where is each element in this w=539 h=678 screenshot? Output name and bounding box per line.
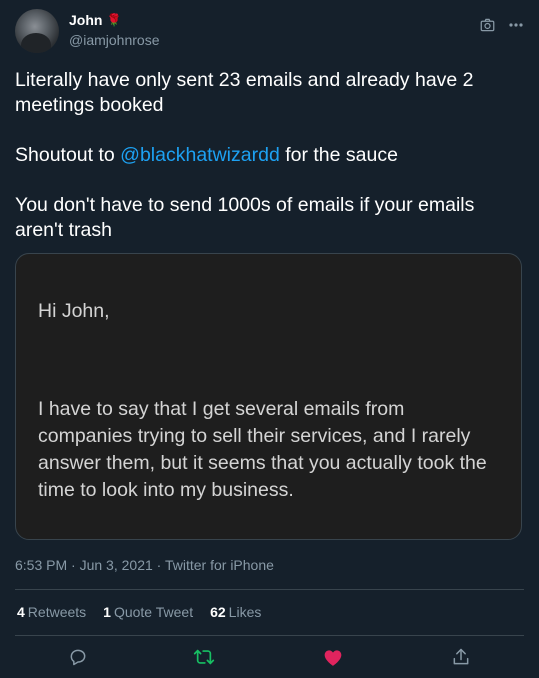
tweet-text: Literally have only sent 23 emails and a… — [15, 68, 520, 268]
mention-link[interactable]: @blackhatwizardd — [120, 144, 280, 166]
camera-icon[interactable] — [480, 18, 495, 32]
like-icon[interactable] — [321, 645, 345, 669]
tweet-meta: 6:53 PM · Jun 3, 2021 · Twitter for iPho… — [15, 557, 274, 573]
more-icon[interactable] — [509, 23, 523, 27]
likes-count: 62 — [210, 604, 226, 620]
tweet-image[interactable]: Hi John, I have to say that I get severa… — [15, 253, 522, 540]
tweet-line-2-suffix: for the sauce — [279, 144, 398, 166]
tweet-top-actions — [480, 18, 523, 32]
quotes-stat[interactable]: 1 Quote Tweet — [103, 604, 193, 620]
likes-stat[interactable]: 62 Likes — [210, 604, 261, 620]
email-greeting: Hi John, — [38, 300, 110, 322]
rose-emoji: 🌹 — [106, 13, 122, 27]
tweet-stats: 4 Retweets 1 Quote Tweet 62 Likes — [17, 604, 261, 620]
author-name-row[interactable]: John 🌹 — [69, 12, 121, 28]
tweet-detail: John 🌹 @iamjohnrose Literally have only … — [0, 0, 539, 678]
share-icon[interactable] — [449, 645, 473, 669]
tweet-line-3: You don't have to send 1000s of emails i… — [15, 194, 475, 241]
avatar[interactable] — [15, 9, 59, 53]
meta-separator: · — [67, 557, 80, 573]
quotes-label: Quote Tweet — [113, 604, 194, 620]
retweet-icon[interactable] — [192, 645, 216, 669]
tweet-line-2: Shoutout to @blackhatwizardd for the sau… — [15, 143, 520, 168]
tweet-line-2-prefix: Shoutout to — [15, 144, 121, 166]
quotes-count: 1 — [103, 604, 111, 620]
author-handle[interactable]: @iamjohnrose — [69, 32, 159, 48]
divider — [15, 635, 524, 636]
likes-label: Likes — [228, 604, 262, 620]
retweets-count: 4 — [17, 604, 25, 620]
tweet-actions — [0, 645, 539, 669]
tweet-date[interactable]: Jun 3, 2021 — [80, 557, 153, 573]
tweet-line-1: Literally have only sent 23 emails and a… — [15, 69, 474, 116]
email-body: I have to say that I get several emails … — [38, 398, 487, 501]
reply-icon[interactable] — [66, 645, 90, 669]
meta-separator: · — [152, 557, 165, 573]
retweets-stat[interactable]: 4 Retweets — [17, 604, 86, 620]
tweet-source[interactable]: Twitter for iPhone — [165, 557, 274, 573]
divider — [15, 589, 524, 590]
author-name[interactable]: John — [69, 12, 102, 28]
tweet-time[interactable]: 6:53 PM — [15, 557, 67, 573]
retweets-label: Retweets — [27, 604, 87, 620]
